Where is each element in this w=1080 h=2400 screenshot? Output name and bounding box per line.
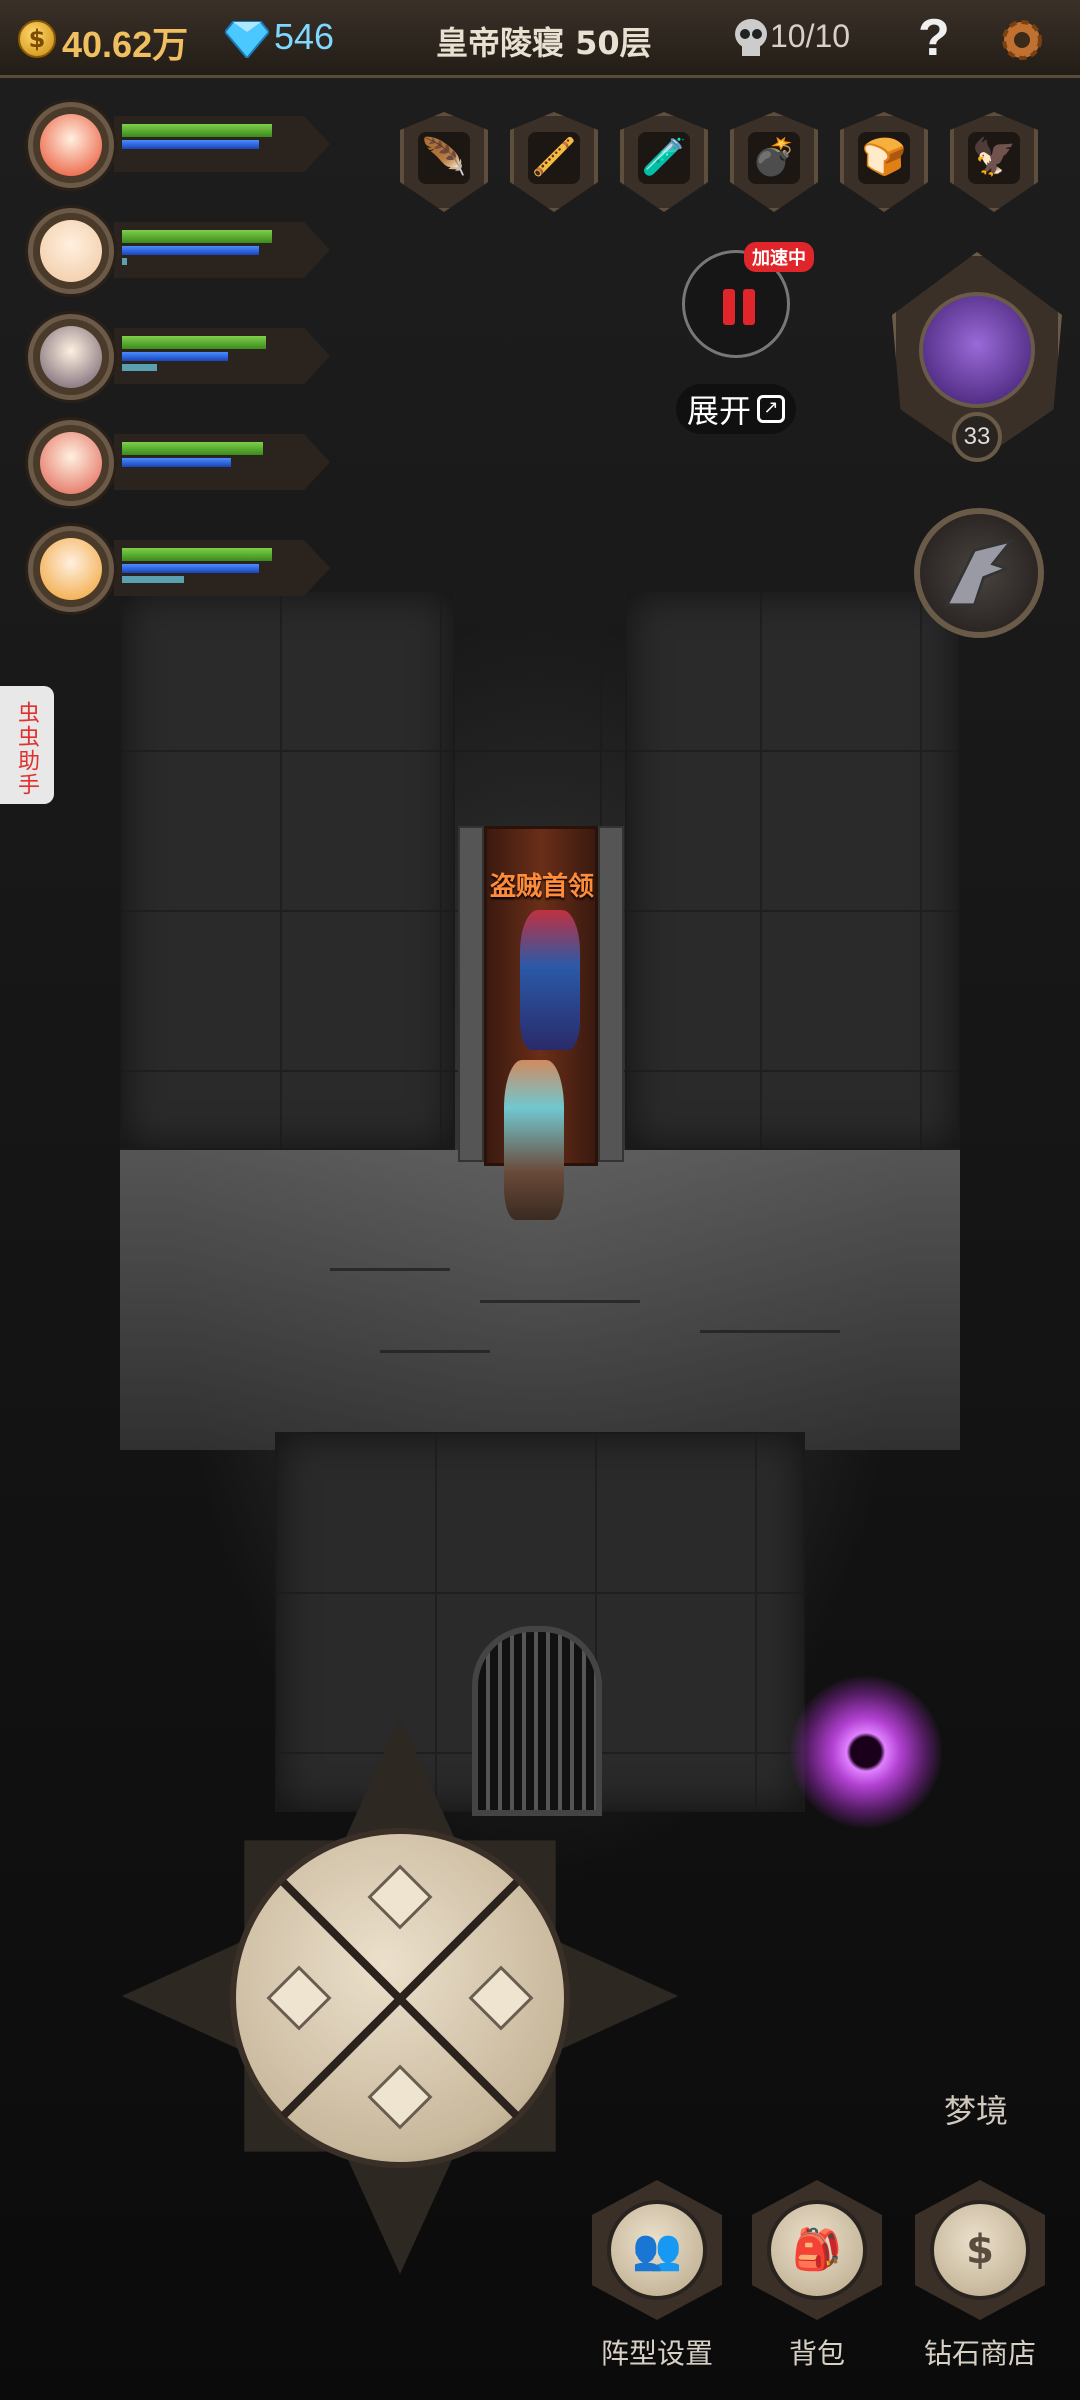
skull-icon <box>735 19 767 56</box>
thief-leader-sprite[interactable] <box>520 910 580 1050</box>
bread-icon: 🍞 <box>858 132 910 184</box>
hp-bar <box>122 230 272 243</box>
formation-icon: 👥 <box>607 2200 707 2300</box>
diamond-shop-label: 钻石商店 <box>923 2337 1036 2370</box>
dpad-right[interactable] <box>468 1965 534 2031</box>
item-slot[interactable]: 🍞 <box>840 112 928 212</box>
hero-avatar <box>40 326 102 388</box>
flute-icon: 🪈 <box>528 132 580 184</box>
diamond-icon <box>225 21 269 58</box>
formation-button[interactable]: 👥 <box>592 2180 722 2320</box>
dpad-down[interactable] <box>367 2064 433 2130</box>
feather-icon: 🪶 <box>418 132 470 184</box>
dream-button[interactable]: 梦境 <box>944 2086 1008 2132</box>
item-slot[interactable]: 🦅 <box>950 112 1038 212</box>
dpad-up[interactable] <box>367 1864 433 1930</box>
mp-bar <box>122 564 260 573</box>
expand-button[interactable]: 展开 ↗ <box>676 384 796 434</box>
hero-card[interactable] <box>14 418 334 510</box>
gear-icon[interactable] <box>996 14 1048 66</box>
top-bar: $ 40.62万 546 皇帝陵寝 50层 10/10 ? <box>0 0 1080 78</box>
hero-avatar <box>40 220 102 282</box>
mp-bar <box>122 458 232 467</box>
xp-bar <box>122 576 184 583</box>
eagle-icon: 🦅 <box>968 132 1020 184</box>
hero-avatar <box>40 538 102 600</box>
bag-button[interactable]: 🎒 <box>752 2180 882 2320</box>
stage-title: 皇帝陵寝 50层 <box>436 24 652 62</box>
hero-card[interactable] <box>14 100 334 192</box>
item-slot[interactable]: 💣 <box>730 112 818 212</box>
hp-bar <box>122 336 267 349</box>
raven-icon <box>945 538 1015 607</box>
expand-label: 展开 <box>686 392 751 430</box>
hp-bar <box>122 124 272 137</box>
item-slot[interactable]: 🪶 <box>400 112 488 212</box>
mp-bar <box>122 140 260 149</box>
xp-bar <box>122 258 128 265</box>
hero-card[interactable] <box>14 524 334 616</box>
dpad[interactable] <box>230 1828 570 2168</box>
kill-counter: 10/10 <box>770 18 851 54</box>
formation-label: 阵型设置 <box>600 2337 713 2370</box>
dpad-left[interactable] <box>266 1965 332 2031</box>
bomb-icon: 💣 <box>748 132 800 184</box>
expand-icon: ↗ <box>757 395 785 423</box>
bag-icon: 🎒 <box>767 2200 867 2300</box>
speed-badge: 加速中 <box>744 242 814 272</box>
item-slot[interactable]: 🧪 <box>620 112 708 212</box>
hero-card[interactable] <box>14 206 334 298</box>
gold-coin-icon: $ <box>18 20 56 58</box>
enemy-name: 盗贼首领 <box>489 872 594 902</box>
boss-level: 33 <box>952 412 1002 462</box>
diamond-shop-button[interactable]: $ <box>915 2180 1045 2320</box>
help-button[interactable]: ? <box>918 8 950 68</box>
hero-avatar <box>40 432 102 494</box>
xp-bar <box>122 364 158 371</box>
raven-skill-button[interactable] <box>914 508 1044 638</box>
assistant-tab[interactable]: 虫虫助手 <box>0 686 54 804</box>
mp-bar <box>122 246 260 255</box>
gold-amount: 40.62万 <box>62 24 189 65</box>
gem-amount: 546 <box>274 16 335 57</box>
mp-bar <box>122 352 228 361</box>
hero-avatar <box>40 114 102 176</box>
item-slot[interactable]: 🪈 <box>510 112 598 212</box>
portal[interactable] <box>790 1676 942 1828</box>
player-sprite <box>504 1060 564 1220</box>
bag-label: 背包 <box>788 2337 845 2370</box>
harpy-avatar <box>919 292 1035 408</box>
boss-portrait[interactable]: 33 <box>892 252 1062 462</box>
hp-bar <box>122 442 263 455</box>
dungeon-gate <box>472 1626 602 1816</box>
potion-icon: 🧪 <box>638 132 690 184</box>
hp-bar <box>122 548 272 561</box>
dollar-icon: $ <box>930 2200 1030 2300</box>
hero-card[interactable] <box>14 312 334 404</box>
